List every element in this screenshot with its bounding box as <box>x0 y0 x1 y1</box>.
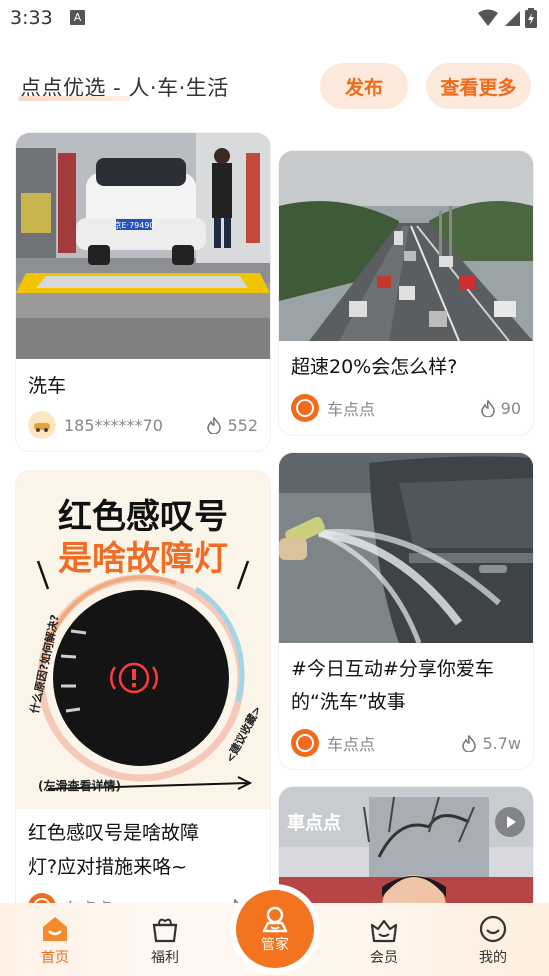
signal-icon <box>505 11 520 26</box>
post-card[interactable]: #今日互动#分享你爱车 的“洗车”故事 车点点 5.7w <box>279 453 533 769</box>
butler-icon <box>262 906 288 933</box>
like-count[interactable]: 552 <box>205 416 258 435</box>
post-title: 洗车 <box>28 375 67 397</box>
status-bar: 3:33 A <box>0 0 549 36</box>
post-author: 车点点 <box>327 735 376 754</box>
home-icon <box>43 917 67 941</box>
battery-icon <box>525 8 537 28</box>
feed[interactable]: 京E·79490 洗车 185******70 552 超速20%会怎么样? 车… <box>0 130 549 910</box>
car-wash-photo: 京E·79490 <box>16 133 270 359</box>
tab-mine-label: 我的 <box>479 950 507 966</box>
brand-underline <box>18 96 130 101</box>
post-title-line-1: #今日互动#分享你爱车 <box>291 658 494 680</box>
flame-icon <box>462 734 477 752</box>
wifi-icon <box>478 9 498 26</box>
notification-a-icon: A <box>70 10 85 25</box>
post-meta: 185******70 552 <box>28 411 258 439</box>
tab-welfare-label: 福利 <box>151 950 179 966</box>
post-meta: 车点点 90 <box>291 394 521 422</box>
play-icon[interactable] <box>495 807 525 837</box>
video-card[interactable]: 車点点 <box>279 787 533 910</box>
post-card[interactable]: 红色感叹号 是啥故障灯 什么原因?如何解决? <建议收藏> (左滑查看详情) 红… <box>16 471 270 910</box>
like-count-value: 552 <box>227 415 258 435</box>
tab-member-label: 会员 <box>370 950 398 966</box>
tab-member[interactable]: 会员 <box>349 913 419 967</box>
publish-button[interactable]: 发布 <box>320 63 408 109</box>
license-plate: 京E·79490 <box>113 220 154 230</box>
tab-home-label: 首页 <box>41 950 69 966</box>
post-title-line-1: 红色感叹号是啥故障 <box>28 822 200 844</box>
status-icons <box>477 8 537 28</box>
tab-butler-label: 管家 <box>261 937 289 953</box>
highway-photo <box>279 151 533 341</box>
warning-light-poster: 红色感叹号 是啥故障灯 什么原因?如何解决? <建议收藏> (左滑查看详情) <box>16 471 270 809</box>
user-avatar <box>28 411 56 439</box>
tab-mine[interactable]: 我的 <box>458 913 528 967</box>
tab-butler[interactable]: 管家 <box>236 890 314 968</box>
video-thumbnail <box>279 787 533 910</box>
brand-avatar <box>291 729 319 757</box>
poster-hint: (左滑查看详情) <box>38 779 121 793</box>
flame-icon <box>207 416 222 434</box>
like-count[interactable]: 90 <box>479 399 521 418</box>
post-meta: 车点点 5.7w <box>291 729 521 757</box>
post-author: 车点点 <box>327 400 376 419</box>
like-count[interactable]: 5.7w <box>460 734 521 753</box>
car-washing-hose-photo <box>279 453 533 643</box>
smile-icon <box>479 915 507 943</box>
gift-box-icon <box>152 918 178 943</box>
post-title: 超速20%会怎么样? <box>291 356 458 378</box>
post-title-line-2: 灯?应对措施来咯~ <box>28 856 188 878</box>
post-card[interactable]: 超速20%会怎么样? 车点点 90 <box>279 151 533 435</box>
crown-bag-icon <box>370 919 398 943</box>
post-title-line-2: 的“洗车”故事 <box>291 691 406 713</box>
like-count-value: 5.7w <box>482 733 521 753</box>
tab-home[interactable]: 首页 <box>20 913 90 967</box>
flame-icon <box>480 399 495 417</box>
brand-avatar <box>291 394 319 422</box>
video-brand-logo: 車点点 <box>287 813 341 834</box>
post-author: 185******70 <box>64 415 163 435</box>
post-card[interactable]: 京E·79490 洗车 185******70 552 <box>16 133 270 451</box>
see-more-button[interactable]: 查看更多 <box>426 63 531 109</box>
status-time: 3:33 <box>10 7 53 29</box>
tab-welfare[interactable]: 福利 <box>130 913 200 967</box>
like-count-value: 90 <box>500 398 521 418</box>
